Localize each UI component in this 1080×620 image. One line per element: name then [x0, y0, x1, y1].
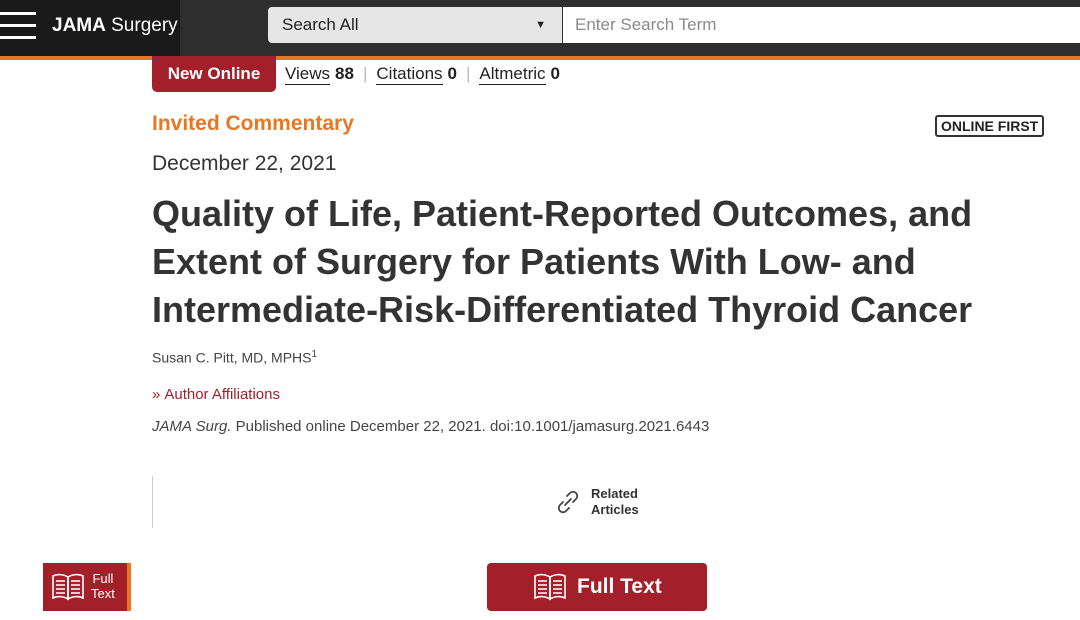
article-category[interactable]: Invited Commentary [152, 112, 354, 136]
publication-date: December 22, 2021 [152, 152, 337, 175]
open-book-icon [534, 573, 566, 601]
section-divider [152, 476, 153, 528]
new-online-badge: New Online [152, 56, 276, 92]
search-scope-select[interactable]: Search All ▼ [268, 7, 562, 43]
author-affiliations-label: Author Affiliations [164, 386, 280, 403]
author-affiliation-marker: 1 [311, 349, 318, 360]
related-articles-label: Related Articles [591, 486, 639, 517]
menu-icon[interactable] [0, 12, 38, 40]
altmetric-score: 0 [550, 64, 561, 83]
citation-details: Published online December 22, 2021. doi:… [231, 418, 710, 435]
metric-divider: | [466, 64, 471, 83]
views-count: 88 [335, 64, 354, 83]
altmetric-label: Altmetric [479, 64, 546, 85]
article-metrics: Views 88 | Citations 0 | Altmetric 0 [285, 64, 561, 85]
search-scope-value: Search All [282, 15, 359, 34]
article-title: Quality of Life, Patient-Reported Outcom… [152, 193, 973, 330]
author-affiliations-toggle[interactable]: » Author Affiliations [152, 386, 280, 403]
dropdown-caret-icon: ▼ [535, 19, 546, 31]
chevron-right-icon: » [152, 386, 161, 403]
online-first-badge: ONLINE FIRST [935, 115, 1045, 137]
journal-logo[interactable]: JAMA Surgery [52, 14, 178, 38]
citations-metric[interactable]: Citations 0 [376, 64, 457, 85]
full-text-label: Full Text [577, 575, 662, 598]
open-book-icon [52, 573, 84, 601]
citation-line: JAMA Surg. Published online December 22,… [152, 418, 709, 435]
author-name[interactable]: Susan C. Pitt, MD, MPHS [152, 350, 311, 366]
metric-divider: | [362, 64, 368, 83]
views-label: Views [285, 64, 331, 85]
views-metric[interactable]: Views 88 [285, 64, 354, 85]
link-icon [557, 490, 579, 514]
altmetric-metric[interactable]: Altmetric 0 [479, 64, 561, 85]
citations-count: 0 [447, 64, 457, 83]
search-input[interactable] [563, 7, 1080, 43]
full-text-button[interactable]: Full Text [487, 563, 707, 611]
journal-abbreviation: JAMA Surg. [152, 418, 232, 435]
author-list: Susan C. Pitt, MD, MPHS1 [152, 349, 317, 366]
sidebar-full-text-label: Full Text [91, 571, 115, 601]
sidebar-full-text-button[interactable]: Full Text [43, 563, 131, 611]
citations-label: Citations [376, 64, 443, 85]
